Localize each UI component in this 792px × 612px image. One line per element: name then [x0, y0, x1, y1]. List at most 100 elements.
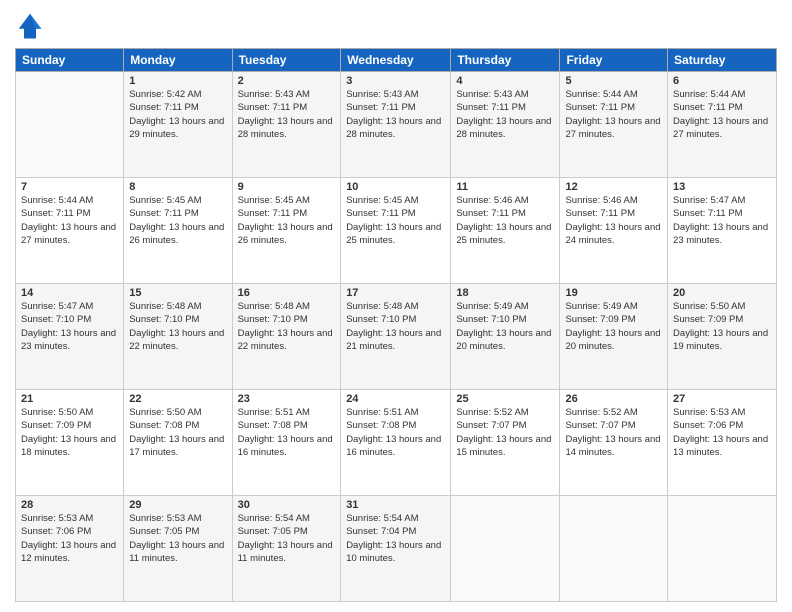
- calendar-cell: 23Sunrise: 5:51 AM Sunset: 7:08 PM Dayli…: [232, 390, 341, 496]
- calendar-page: SundayMondayTuesdayWednesdayThursdayFrid…: [0, 0, 792, 612]
- calendar-cell: 3Sunrise: 5:43 AM Sunset: 7:11 PM Daylig…: [341, 72, 451, 178]
- day-number: 7: [21, 181, 118, 193]
- calendar-cell: 8Sunrise: 5:45 AM Sunset: 7:11 PM Daylig…: [124, 178, 232, 284]
- calendar-cell: 28Sunrise: 5:53 AM Sunset: 7:06 PM Dayli…: [16, 496, 124, 602]
- calendar-cell: 20Sunrise: 5:50 AM Sunset: 7:09 PM Dayli…: [668, 284, 777, 390]
- day-number: 2: [238, 75, 336, 87]
- cell-info: Sunrise: 5:43 AM Sunset: 7:11 PM Dayligh…: [346, 88, 445, 141]
- cell-info: Sunrise: 5:47 AM Sunset: 7:10 PM Dayligh…: [21, 300, 118, 353]
- calendar-cell: 26Sunrise: 5:52 AM Sunset: 7:07 PM Dayli…: [560, 390, 668, 496]
- day-number: 4: [456, 75, 554, 87]
- calendar-cell: [560, 496, 668, 602]
- day-number: 5: [565, 75, 662, 87]
- calendar-header-sunday: Sunday: [16, 49, 124, 72]
- calendar-cell: 24Sunrise: 5:51 AM Sunset: 7:08 PM Dayli…: [341, 390, 451, 496]
- cell-info: Sunrise: 5:51 AM Sunset: 7:08 PM Dayligh…: [238, 406, 336, 459]
- day-number: 14: [21, 287, 118, 299]
- day-number: 23: [238, 393, 336, 405]
- cell-info: Sunrise: 5:49 AM Sunset: 7:09 PM Dayligh…: [565, 300, 662, 353]
- cell-info: Sunrise: 5:49 AM Sunset: 7:10 PM Dayligh…: [456, 300, 554, 353]
- calendar-cell: 7Sunrise: 5:44 AM Sunset: 7:11 PM Daylig…: [16, 178, 124, 284]
- day-number: 3: [346, 75, 445, 87]
- day-number: 31: [346, 499, 445, 511]
- calendar-cell: 22Sunrise: 5:50 AM Sunset: 7:08 PM Dayli…: [124, 390, 232, 496]
- calendar-header-saturday: Saturday: [668, 49, 777, 72]
- day-number: 13: [673, 181, 771, 193]
- cell-info: Sunrise: 5:54 AM Sunset: 7:04 PM Dayligh…: [346, 512, 445, 565]
- day-number: 18: [456, 287, 554, 299]
- cell-info: Sunrise: 5:44 AM Sunset: 7:11 PM Dayligh…: [673, 88, 771, 141]
- cell-info: Sunrise: 5:54 AM Sunset: 7:05 PM Dayligh…: [238, 512, 336, 565]
- cell-info: Sunrise: 5:52 AM Sunset: 7:07 PM Dayligh…: [456, 406, 554, 459]
- cell-info: Sunrise: 5:50 AM Sunset: 7:09 PM Dayligh…: [673, 300, 771, 353]
- calendar-header-wednesday: Wednesday: [341, 49, 451, 72]
- day-number: 25: [456, 393, 554, 405]
- day-number: 27: [673, 393, 771, 405]
- calendar-week-5: 28Sunrise: 5:53 AM Sunset: 7:06 PM Dayli…: [16, 496, 777, 602]
- day-number: 24: [346, 393, 445, 405]
- calendar-cell: 13Sunrise: 5:47 AM Sunset: 7:11 PM Dayli…: [668, 178, 777, 284]
- calendar-cell: 1Sunrise: 5:42 AM Sunset: 7:11 PM Daylig…: [124, 72, 232, 178]
- calendar-cell: 9Sunrise: 5:45 AM Sunset: 7:11 PM Daylig…: [232, 178, 341, 284]
- day-number: 10: [346, 181, 445, 193]
- day-number: 26: [565, 393, 662, 405]
- calendar-cell: 6Sunrise: 5:44 AM Sunset: 7:11 PM Daylig…: [668, 72, 777, 178]
- cell-info: Sunrise: 5:50 AM Sunset: 7:09 PM Dayligh…: [21, 406, 118, 459]
- calendar-cell: 2Sunrise: 5:43 AM Sunset: 7:11 PM Daylig…: [232, 72, 341, 178]
- calendar-cell: 30Sunrise: 5:54 AM Sunset: 7:05 PM Dayli…: [232, 496, 341, 602]
- cell-info: Sunrise: 5:45 AM Sunset: 7:11 PM Dayligh…: [238, 194, 336, 247]
- day-number: 30: [238, 499, 336, 511]
- day-number: 16: [238, 287, 336, 299]
- cell-info: Sunrise: 5:53 AM Sunset: 7:06 PM Dayligh…: [21, 512, 118, 565]
- cell-info: Sunrise: 5:47 AM Sunset: 7:11 PM Dayligh…: [673, 194, 771, 247]
- calendar-cell: 29Sunrise: 5:53 AM Sunset: 7:05 PM Dayli…: [124, 496, 232, 602]
- calendar-cell: [16, 72, 124, 178]
- calendar-header-thursday: Thursday: [451, 49, 560, 72]
- cell-info: Sunrise: 5:44 AM Sunset: 7:11 PM Dayligh…: [21, 194, 118, 247]
- logo: [15, 10, 49, 40]
- day-number: 22: [129, 393, 226, 405]
- day-number: 8: [129, 181, 226, 193]
- cell-info: Sunrise: 5:53 AM Sunset: 7:06 PM Dayligh…: [673, 406, 771, 459]
- day-number: 21: [21, 393, 118, 405]
- calendar-cell: 17Sunrise: 5:48 AM Sunset: 7:10 PM Dayli…: [341, 284, 451, 390]
- calendar-cell: [668, 496, 777, 602]
- calendar-cell: [451, 496, 560, 602]
- cell-info: Sunrise: 5:46 AM Sunset: 7:11 PM Dayligh…: [456, 194, 554, 247]
- calendar-week-2: 7Sunrise: 5:44 AM Sunset: 7:11 PM Daylig…: [16, 178, 777, 284]
- day-number: 1: [129, 75, 226, 87]
- cell-info: Sunrise: 5:44 AM Sunset: 7:11 PM Dayligh…: [565, 88, 662, 141]
- cell-info: Sunrise: 5:48 AM Sunset: 7:10 PM Dayligh…: [238, 300, 336, 353]
- calendar-cell: 19Sunrise: 5:49 AM Sunset: 7:09 PM Dayli…: [560, 284, 668, 390]
- cell-info: Sunrise: 5:52 AM Sunset: 7:07 PM Dayligh…: [565, 406, 662, 459]
- day-number: 15: [129, 287, 226, 299]
- calendar-cell: 11Sunrise: 5:46 AM Sunset: 7:11 PM Dayli…: [451, 178, 560, 284]
- day-number: 17: [346, 287, 445, 299]
- cell-info: Sunrise: 5:48 AM Sunset: 7:10 PM Dayligh…: [346, 300, 445, 353]
- calendar-cell: 18Sunrise: 5:49 AM Sunset: 7:10 PM Dayli…: [451, 284, 560, 390]
- day-number: 28: [21, 499, 118, 511]
- calendar-header-row: SundayMondayTuesdayWednesdayThursdayFrid…: [16, 49, 777, 72]
- header: [15, 10, 777, 40]
- cell-info: Sunrise: 5:46 AM Sunset: 7:11 PM Dayligh…: [565, 194, 662, 247]
- cell-info: Sunrise: 5:45 AM Sunset: 7:11 PM Dayligh…: [129, 194, 226, 247]
- calendar-table: SundayMondayTuesdayWednesdayThursdayFrid…: [15, 48, 777, 602]
- calendar-week-3: 14Sunrise: 5:47 AM Sunset: 7:10 PM Dayli…: [16, 284, 777, 390]
- calendar-cell: 31Sunrise: 5:54 AM Sunset: 7:04 PM Dayli…: [341, 496, 451, 602]
- cell-info: Sunrise: 5:53 AM Sunset: 7:05 PM Dayligh…: [129, 512, 226, 565]
- calendar-header-monday: Monday: [124, 49, 232, 72]
- calendar-cell: 27Sunrise: 5:53 AM Sunset: 7:06 PM Dayli…: [668, 390, 777, 496]
- cell-info: Sunrise: 5:43 AM Sunset: 7:11 PM Dayligh…: [238, 88, 336, 141]
- calendar-cell: 5Sunrise: 5:44 AM Sunset: 7:11 PM Daylig…: [560, 72, 668, 178]
- calendar-cell: 16Sunrise: 5:48 AM Sunset: 7:10 PM Dayli…: [232, 284, 341, 390]
- cell-info: Sunrise: 5:48 AM Sunset: 7:10 PM Dayligh…: [129, 300, 226, 353]
- day-number: 9: [238, 181, 336, 193]
- calendar-cell: 14Sunrise: 5:47 AM Sunset: 7:10 PM Dayli…: [16, 284, 124, 390]
- logo-icon: [15, 10, 45, 40]
- calendar-week-4: 21Sunrise: 5:50 AM Sunset: 7:09 PM Dayli…: [16, 390, 777, 496]
- calendar-header-friday: Friday: [560, 49, 668, 72]
- day-number: 19: [565, 287, 662, 299]
- day-number: 20: [673, 287, 771, 299]
- calendar-cell: 10Sunrise: 5:45 AM Sunset: 7:11 PM Dayli…: [341, 178, 451, 284]
- day-number: 12: [565, 181, 662, 193]
